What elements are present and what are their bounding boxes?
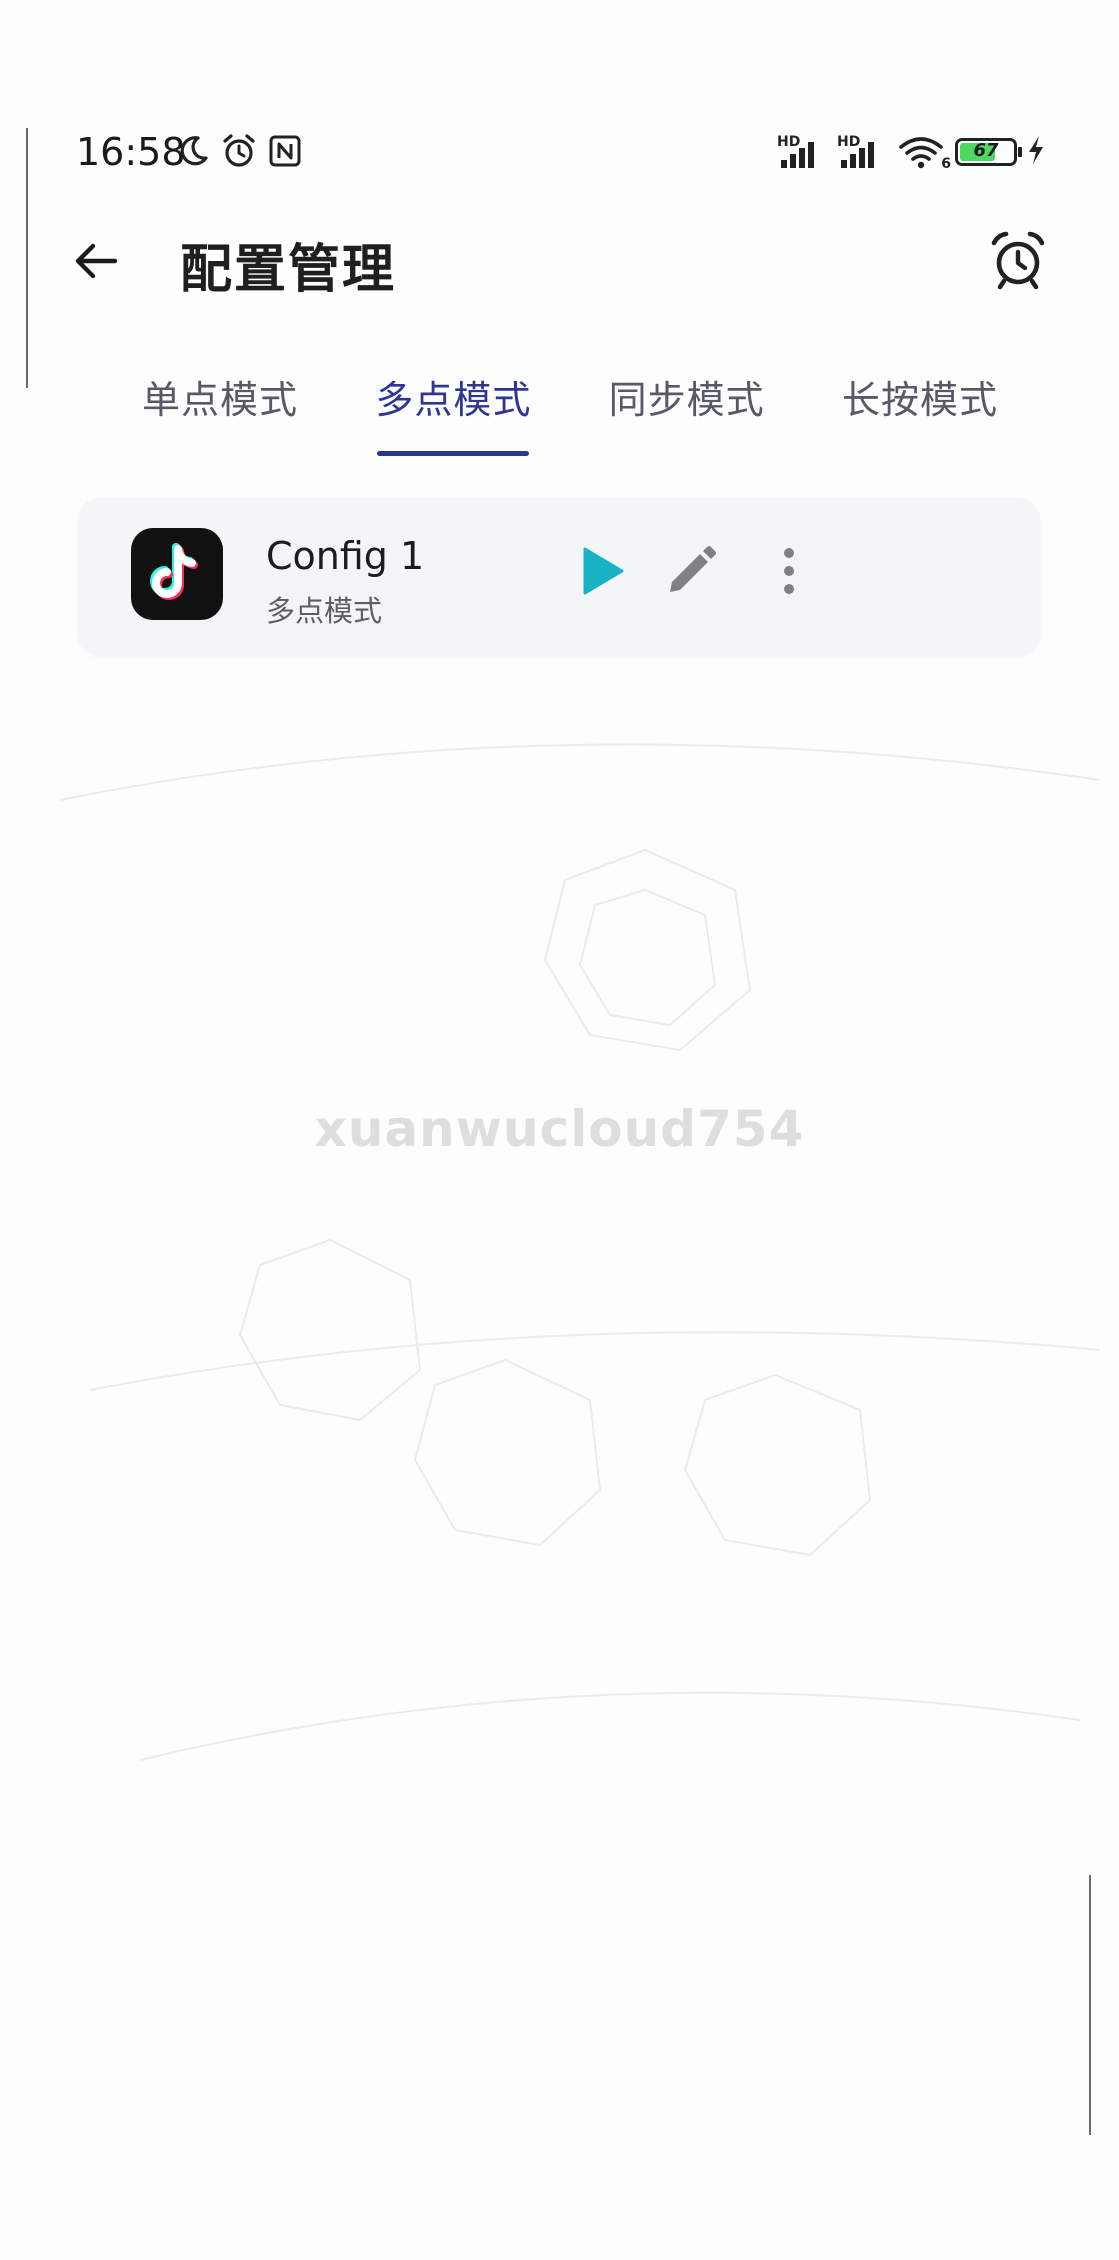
tab-long-press[interactable]: 长按模式 [830, 355, 1010, 465]
tab-sync[interactable]: 同步模式 [597, 355, 777, 465]
play-icon [581, 546, 625, 600]
more-options-button[interactable] [754, 538, 824, 608]
alarm-clock-icon [220, 132, 258, 174]
app-bar: 配置管理 [0, 215, 1119, 305]
status-time: 16:58 [76, 130, 186, 174]
edit-button[interactable] [656, 538, 726, 608]
config-name: Config 1 [266, 534, 425, 578]
page-title: 配置管理 [180, 240, 397, 300]
charging-bolt-icon [1027, 135, 1045, 169]
mode-tabs: 单点模式 多点模式 同步模式 长按模式 [130, 355, 1010, 465]
moon-icon [176, 134, 210, 172]
tab-multi-point[interactable]: 多点模式 [363, 355, 543, 465]
more-vertical-icon [782, 547, 796, 599]
watermark: xuanwucloud754 [314, 1100, 805, 1158]
pencil-icon [666, 546, 716, 600]
tiktok-icon [131, 528, 223, 620]
signal-icon: HD [777, 134, 827, 170]
screen: 16:58 HD HD 6 67 配置管理 单点模式 多点模式 同步模式 长按模… [0, 0, 1119, 2260]
back-button[interactable] [66, 233, 126, 293]
right-edge-line [1089, 1875, 1091, 2135]
signal-icon: HD [837, 134, 887, 170]
tab-single-point[interactable]: 单点模式 [130, 355, 310, 465]
status-right-icons: HD HD 6 67 [777, 134, 1045, 172]
battery-percent: 67 [973, 140, 999, 161]
config-mode: 多点模式 [266, 594, 383, 628]
wifi-icon: 6 [897, 134, 951, 172]
play-button[interactable] [568, 538, 638, 608]
config-card[interactable]: Config 1 多点模式 [78, 498, 1040, 656]
alarm-clock-icon [988, 229, 1048, 295]
nfc-icon [268, 134, 302, 172]
schedule-button[interactable] [983, 227, 1053, 297]
status-left-icons [176, 132, 302, 174]
wifi-badge: 6 [941, 156, 951, 172]
status-bar: 16:58 HD HD 6 67 [0, 118, 1119, 188]
arrow-left-icon [73, 238, 119, 288]
battery-icon: 67 [955, 138, 1022, 166]
